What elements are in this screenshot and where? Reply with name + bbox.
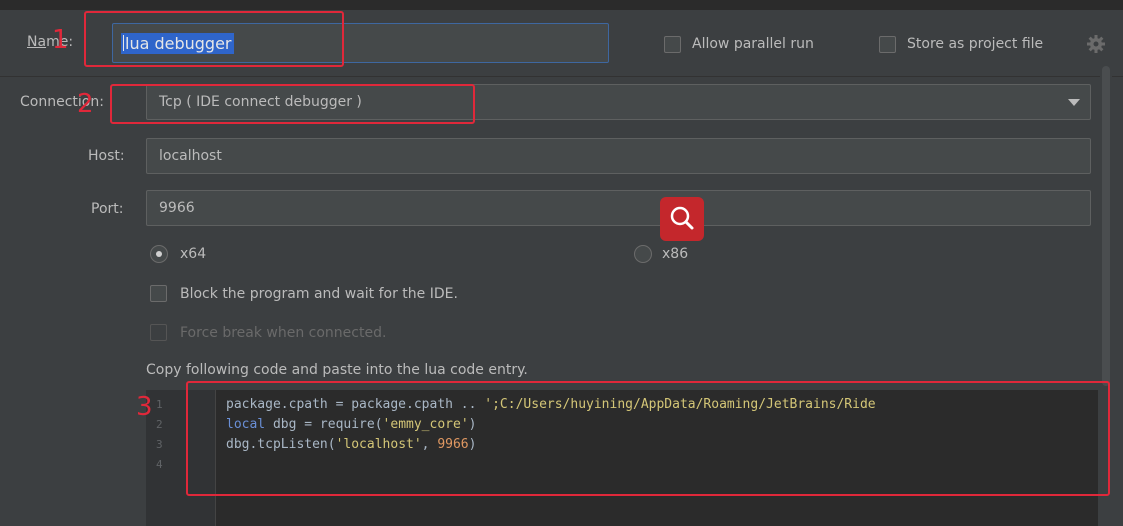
host-input[interactable]: localhost xyxy=(146,138,1091,174)
search-icon-button[interactable] xyxy=(660,197,704,241)
port-label: Port: xyxy=(91,201,124,217)
line-number: 3 xyxy=(156,438,163,451)
block-program-label: Block the program and wait for the IDE. xyxy=(180,286,458,302)
annotation-box-2 xyxy=(110,84,475,124)
annotation-box-1 xyxy=(84,11,344,67)
block-program-checkbox[interactable] xyxy=(150,285,167,302)
x86-radio[interactable] xyxy=(634,245,652,263)
chevron-down-icon xyxy=(1068,99,1080,106)
line-number: 4 xyxy=(156,458,163,471)
x64-radio[interactable] xyxy=(150,245,168,263)
annotation-marker-3: 3 xyxy=(136,392,153,422)
annotation-marker-1: 1 xyxy=(52,25,69,55)
store-as-project-file-checkbox[interactable] xyxy=(879,36,896,53)
divider xyxy=(0,76,1123,77)
x64-label: x64 xyxy=(180,246,207,262)
store-as-project-file-label: Store as project file xyxy=(907,36,1044,52)
line-number: 1 xyxy=(156,398,163,411)
force-break-label: Force break when connected. xyxy=(180,325,387,341)
port-input[interactable]: 9966 xyxy=(146,190,1091,226)
annotation-marker-2: 2 xyxy=(77,89,94,119)
x86-label: x86 xyxy=(662,246,689,262)
gear-icon[interactable] xyxy=(1086,34,1106,54)
copy-hint: Copy following code and paste into the l… xyxy=(146,362,528,378)
force-break-checkbox xyxy=(150,324,167,341)
scrollbar-thumb[interactable] xyxy=(1102,66,1110,386)
annotation-box-3 xyxy=(186,381,1110,496)
top-strip xyxy=(0,0,1123,10)
allow-parallel-run-label: Allow parallel run xyxy=(692,36,814,52)
search-icon xyxy=(670,206,694,230)
line-number: 2 xyxy=(156,418,163,431)
host-label: Host: xyxy=(88,148,125,164)
port-value: 9966 xyxy=(159,200,195,216)
host-value: localhost xyxy=(159,148,222,164)
allow-parallel-run-checkbox[interactable] xyxy=(664,36,681,53)
